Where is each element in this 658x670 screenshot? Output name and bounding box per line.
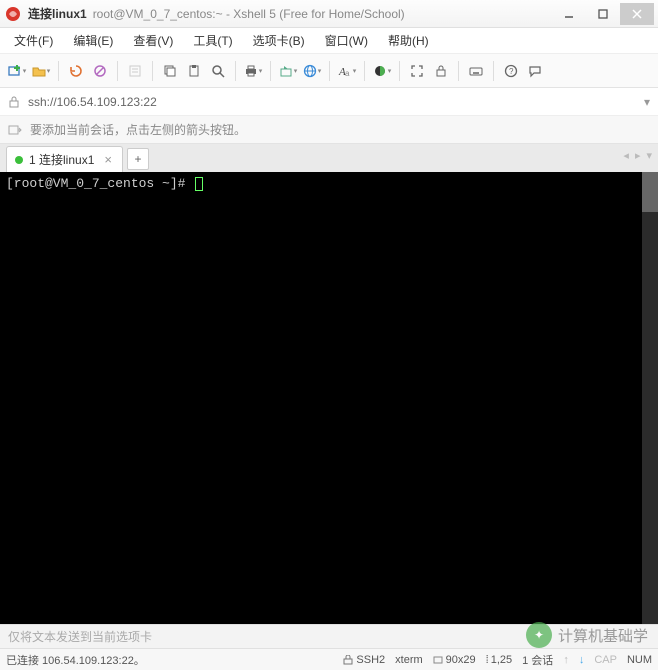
tab-prev-icon[interactable]: ◂: [623, 149, 629, 162]
properties-button[interactable]: [124, 60, 146, 82]
lock-icon: [8, 96, 20, 108]
svg-text:?: ?: [509, 67, 514, 76]
hint-arrow-icon[interactable]: [8, 123, 22, 137]
status-size: 90x29: [433, 654, 476, 666]
transfer-button[interactable]: [277, 60, 299, 82]
color-scheme-button[interactable]: [371, 60, 393, 82]
keyboard-button[interactable]: [465, 60, 487, 82]
status-cursor: ⁞ 1,25: [486, 654, 512, 666]
address-dropdown-icon[interactable]: ▾: [644, 95, 650, 109]
print-button[interactable]: [242, 60, 264, 82]
tab-close-icon[interactable]: ×: [104, 152, 112, 167]
close-button[interactable]: [620, 3, 654, 25]
menu-help[interactable]: 帮助(H): [380, 29, 437, 52]
terminal-area[interactable]: [root@VM_0_7_centos ~]#: [0, 172, 658, 624]
toolbar: Aa ?: [0, 54, 658, 88]
terminal-scrollbar[interactable]: [642, 172, 658, 624]
address-url[interactable]: ssh://106.54.109.123:22: [28, 95, 636, 109]
menu-view[interactable]: 查看(V): [125, 29, 181, 52]
menu-edit[interactable]: 编辑(E): [65, 29, 121, 52]
session-title: 连接linux1: [28, 5, 87, 22]
feedback-button[interactable]: [524, 60, 546, 82]
tab-label: 1 连接linux1: [29, 151, 94, 168]
send-placeholder: 仅将文本发送到当前选项卡: [8, 628, 152, 645]
lock-button[interactable]: [430, 60, 452, 82]
size-icon: [433, 655, 443, 665]
status-termtype: xterm: [395, 654, 423, 666]
tab-next-icon[interactable]: ▸: [635, 149, 641, 162]
disconnect-button[interactable]: [89, 60, 111, 82]
svg-text:a: a: [345, 69, 350, 78]
window-title-rest: root@VM_0_7_centos:~ - Xshell 5 (Free fo…: [93, 7, 405, 21]
help-button[interactable]: ?: [500, 60, 522, 82]
send-text-bar[interactable]: 仅将文本发送到当前选项卡 ✦ 计算机基础学: [0, 624, 658, 648]
watermark: ✦ 计算机基础学: [526, 622, 648, 648]
hint-bar: 要添加当前会话，点击左侧的箭头按钮。: [0, 116, 658, 144]
open-session-button[interactable]: [30, 60, 52, 82]
lock-small-icon: [343, 655, 353, 665]
find-button[interactable]: [207, 60, 229, 82]
new-session-button[interactable]: [6, 60, 28, 82]
address-bar: ssh://106.54.109.123:22 ▾: [0, 88, 658, 116]
menubar: 文件(F) 编辑(E) 查看(V) 工具(T) 选项卡(B) 窗口(W) 帮助(…: [0, 28, 658, 54]
new-tab-button[interactable]: +: [127, 148, 149, 170]
status-bar: 已连接 106.54.109.123:22。 SSH2 xterm 90x29 …: [0, 648, 658, 670]
cursor-icon: [195, 177, 203, 191]
status-cap: CAP: [594, 654, 617, 666]
status-protocol: SSH2: [343, 654, 385, 666]
copy-button[interactable]: [159, 60, 181, 82]
maximize-button[interactable]: [586, 3, 620, 25]
hint-text: 要添加当前会话，点击左侧的箭头按钮。: [30, 121, 246, 138]
upload-arrow-icon: ↑: [563, 654, 569, 666]
menu-tools[interactable]: 工具(T): [185, 29, 240, 52]
watermark-text: 计算机基础学: [558, 625, 648, 646]
download-arrow-icon: ↓: [579, 654, 585, 666]
font-button[interactable]: Aa: [336, 60, 358, 82]
status-num: NUM: [627, 654, 652, 666]
wechat-icon: ✦: [526, 622, 552, 648]
menu-file[interactable]: 文件(F): [6, 29, 61, 52]
menu-tabs[interactable]: 选项卡(B): [245, 29, 313, 52]
status-sessions: 1 会话: [522, 652, 553, 668]
minimize-button[interactable]: [552, 3, 586, 25]
paste-button[interactable]: [183, 60, 205, 82]
titlebar: 连接linux1 root@VM_0_7_centos:~ - Xshell 5…: [0, 0, 658, 28]
session-tab-active[interactable]: 1 连接linux1 ×: [6, 146, 123, 172]
status-dot-icon: [15, 156, 23, 164]
tab-list-icon[interactable]: ▾: [646, 149, 652, 162]
app-icon: [4, 5, 22, 23]
tab-strip: 1 连接linux1 × + ◂ ▸ ▾: [0, 144, 658, 172]
web-button[interactable]: [301, 60, 323, 82]
fullscreen-button[interactable]: [406, 60, 428, 82]
reconnect-button[interactable]: [65, 60, 87, 82]
menu-window[interactable]: 窗口(W): [317, 29, 376, 52]
shell-prompt: [root@VM_0_7_centos ~]#: [6, 176, 185, 191]
status-connected: 已连接 106.54.109.123:22。: [6, 652, 145, 668]
